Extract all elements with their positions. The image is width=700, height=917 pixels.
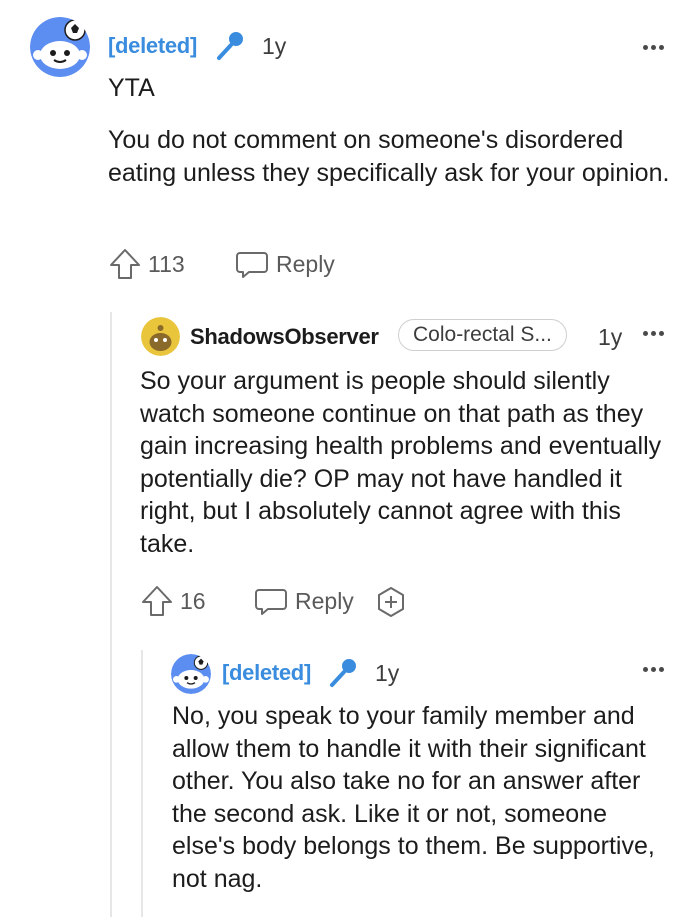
comment-body: No, you speak to your family member and … bbox=[172, 702, 655, 893]
more-options-icon[interactable] bbox=[643, 45, 664, 50]
avatar[interactable] bbox=[171, 654, 211, 694]
comment-author[interactable]: ShadowsObserver bbox=[190, 324, 379, 350]
more-options-icon[interactable] bbox=[643, 667, 664, 672]
comment-body-line: YTA bbox=[108, 74, 155, 102]
upvote-button[interactable]: 113 bbox=[108, 247, 185, 281]
speech-bubble-icon bbox=[255, 589, 287, 615]
snoo-avatar-icon bbox=[30, 17, 90, 77]
comment-age: 1y bbox=[598, 324, 623, 350]
user-flair: Colo-rectal S... bbox=[398, 319, 567, 351]
upvote-arrow-icon bbox=[110, 249, 140, 279]
comment-author[interactable]: [deleted] bbox=[108, 33, 197, 59]
avatar[interactable] bbox=[30, 17, 90, 77]
avatar[interactable] bbox=[141, 317, 180, 356]
comment-body: You do not comment on someone's disorder… bbox=[108, 126, 670, 187]
reply-label: Reply bbox=[295, 587, 354, 614]
upvote-count: 16 bbox=[180, 587, 206, 614]
comment-age: 1y bbox=[375, 660, 400, 686]
speech-bubble-icon bbox=[236, 252, 268, 278]
thread-line-level-1 bbox=[110, 312, 112, 917]
comment-age: 1y bbox=[262, 33, 287, 59]
microphone-icon bbox=[213, 28, 249, 64]
reply-label: Reply bbox=[276, 250, 335, 277]
reply-button[interactable]: Reply bbox=[254, 584, 354, 618]
reply-button[interactable]: Reply bbox=[235, 247, 335, 281]
upvote-count: 113 bbox=[148, 250, 185, 277]
snoo-avatar-icon bbox=[171, 654, 211, 694]
add-award-icon[interactable] bbox=[374, 585, 408, 619]
thread-line-level-2 bbox=[141, 650, 143, 917]
microphone-icon bbox=[326, 655, 362, 691]
upvote-arrow-icon bbox=[142, 586, 172, 616]
snoo-avatar-icon bbox=[141, 317, 180, 356]
more-options-icon[interactable] bbox=[643, 331, 664, 336]
comment-author[interactable]: [deleted] bbox=[222, 660, 311, 686]
comment-body: So your argument is people should silent… bbox=[140, 367, 662, 558]
upvote-button[interactable]: 16 bbox=[140, 584, 206, 618]
